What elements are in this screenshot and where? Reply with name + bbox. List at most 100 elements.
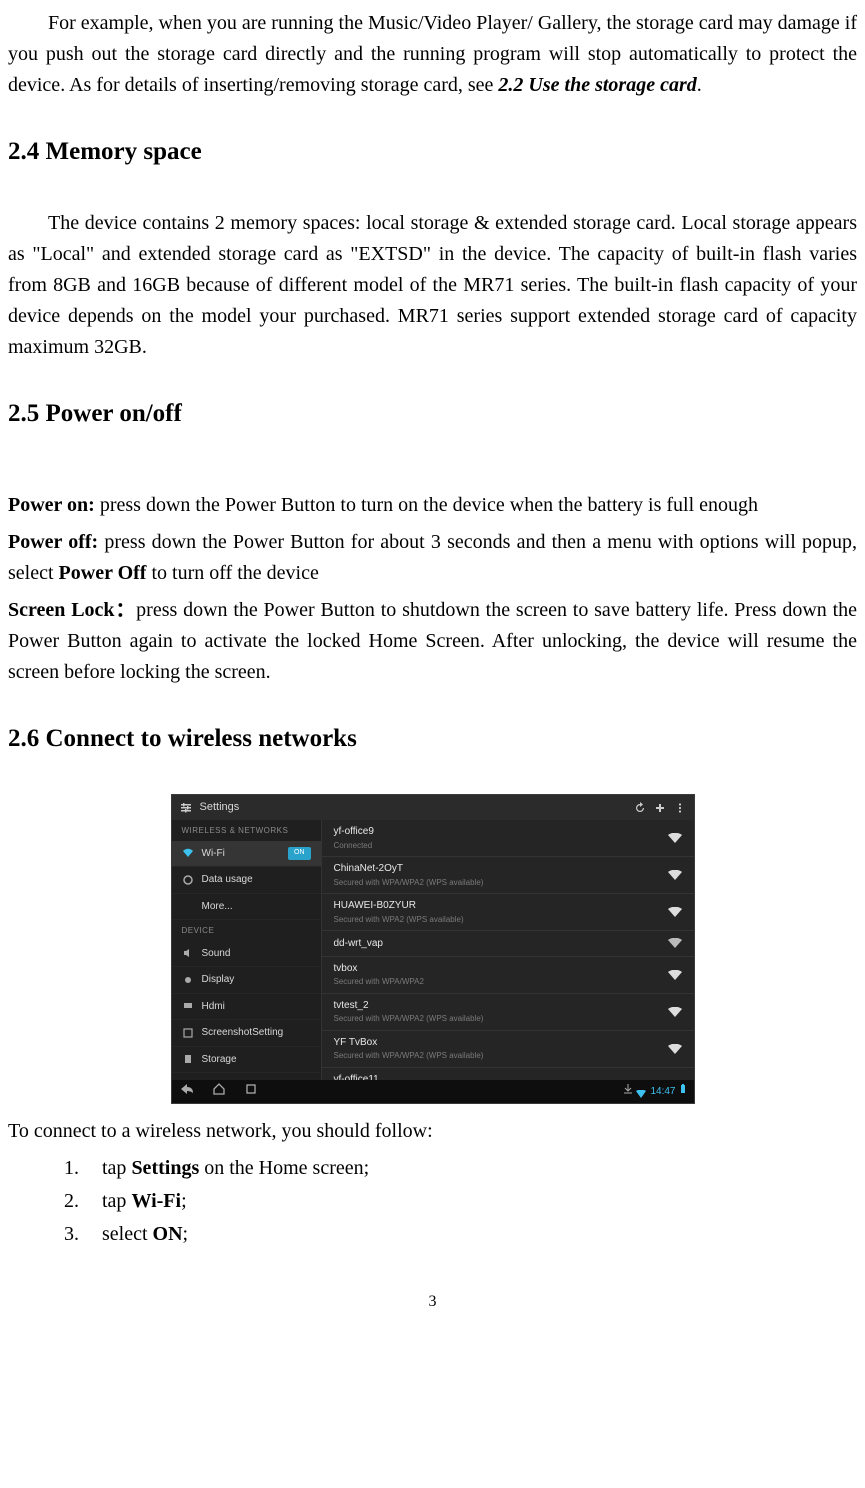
- steps-list: 1. tap Settings on the Home screen; 2. t…: [64, 1153, 857, 1250]
- screenshot-icon: [182, 1027, 194, 1039]
- settings-sidebar: WIRELESS & NETWORKS Wi-Fi ON Data usage …: [172, 820, 322, 1080]
- wifi-network-row[interactable]: dd-wrt_vap: [322, 931, 694, 957]
- heading-2-4: 2.4 Memory space: [8, 133, 857, 172]
- step-pre: tap: [102, 1157, 131, 1179]
- sidebar-item-sound[interactable]: Sound: [172, 941, 321, 968]
- step-pre: tap: [102, 1190, 131, 1212]
- sidebar-item-hdmi[interactable]: Hdmi: [172, 994, 321, 1021]
- android-navbar: 14:47: [172, 1080, 694, 1103]
- back-icon[interactable]: [180, 1083, 194, 1100]
- data-usage-label: Data usage: [202, 872, 253, 888]
- wifi-label: Wi-Fi: [202, 846, 225, 862]
- step-bold: Wi-Fi: [131, 1190, 181, 1212]
- step-1: 1. tap Settings on the Home screen;: [64, 1153, 857, 1184]
- signal-icon: [668, 970, 682, 980]
- heading-2-5: 2.5 Power on/off: [8, 395, 857, 434]
- network-name: yf-office9: [334, 824, 668, 840]
- intro-tail: .: [697, 74, 702, 96]
- sound-label: Sound: [202, 946, 231, 962]
- network-name: YF TvBox: [334, 1035, 668, 1051]
- sidebar-item-more[interactable]: More...: [172, 894, 321, 921]
- plus-icon[interactable]: [654, 802, 666, 814]
- screenshot-titlebar: Settings: [172, 795, 694, 820]
- wifi-network-row[interactable]: tvboxSecured with WPA/WPA2: [322, 957, 694, 994]
- step-bold: ON: [153, 1223, 183, 1245]
- sidebar-item-screenshot[interactable]: ScreenshotSetting: [172, 1020, 321, 1047]
- category-device: DEVICE: [172, 920, 321, 940]
- step-2: 2. tap Wi-Fi;: [64, 1186, 857, 1217]
- step-num: 1.: [64, 1153, 86, 1184]
- step-num: 3.: [64, 1219, 86, 1250]
- sidebar-item-display[interactable]: Display: [172, 967, 321, 994]
- screenshot-title: Settings: [200, 799, 240, 816]
- wifi-toggle[interactable]: ON: [288, 847, 311, 860]
- category-wireless: WIRELESS & NETWORKS: [172, 820, 321, 840]
- wifi-networks-list: yf-office9Connected ChinaNet-2OyTSecured…: [322, 820, 694, 1080]
- step-post: on the Home screen;: [199, 1157, 369, 1179]
- storage-icon: [182, 1053, 194, 1065]
- step-post: ;: [181, 1190, 187, 1212]
- signal-icon: [668, 870, 682, 880]
- sidebar-item-wifi[interactable]: Wi-Fi ON: [172, 841, 321, 868]
- android-settings-screenshot: Settings WIRELESS & NETWORKS Wi-Fi ON Da…: [171, 794, 695, 1104]
- screenshot-setting-label: ScreenshotSetting: [202, 1025, 284, 1041]
- home-icon[interactable]: [212, 1083, 226, 1100]
- signal-icon: [668, 938, 682, 948]
- more-label: More...: [202, 899, 233, 915]
- wifi-network-row[interactable]: yf-office9Connected: [322, 820, 694, 857]
- network-sub: Secured with WPA2 (WPS available): [334, 914, 668, 926]
- network-name: HUAWEI-B0ZYUR: [334, 898, 668, 914]
- recent-apps-icon[interactable]: [244, 1083, 258, 1100]
- wifi-network-row[interactable]: HUAWEI-B0ZYURSecured with WPA2 (WPS avai…: [322, 894, 694, 931]
- paragraph-2-4: The device contains 2 memory spaces: loc…: [8, 208, 857, 363]
- data-usage-icon: [182, 874, 194, 886]
- power-off-label: Power off:: [8, 531, 98, 553]
- clock-text: 14:47: [650, 1084, 675, 1100]
- refresh-icon[interactable]: [634, 802, 646, 814]
- heading-2-6: 2.6 Connect to wireless networks: [8, 720, 857, 759]
- paragraph-intro: For example, when you are running the Mu…: [8, 8, 857, 101]
- wifi-network-row[interactable]: YF TvBoxSecured with WPA/WPA2 (WPS avail…: [322, 1031, 694, 1068]
- power-on-paragraph: Power on: press down the Power Button to…: [8, 490, 857, 521]
- step-bold: Settings: [131, 1157, 199, 1179]
- signal-icon: [668, 907, 682, 917]
- screen-lock-label: Screen Lock：: [8, 599, 136, 621]
- storage-label: Storage: [202, 1052, 237, 1068]
- power-off-post: to turn off the device: [146, 562, 318, 584]
- battery-status-icon: [680, 1084, 686, 1100]
- sidebar-item-storage[interactable]: Storage: [172, 1047, 321, 1074]
- network-sub: Secured with WPA/WPA2 (WPS available): [334, 877, 668, 889]
- network-name: yf-office11: [334, 1072, 668, 1081]
- step-num: 2.: [64, 1186, 86, 1217]
- body-2-4: The device contains 2 memory spaces: loc…: [8, 212, 857, 358]
- power-on-text: press down the Power Button to turn on t…: [95, 494, 758, 516]
- connect-intro: To connect to a wireless network, you sh…: [8, 1116, 857, 1147]
- network-name: dd-wrt_vap: [334, 936, 668, 952]
- download-icon: [624, 1084, 632, 1100]
- power-on-label: Power on:: [8, 494, 95, 516]
- menu-dots-icon[interactable]: [674, 802, 686, 814]
- wifi-network-row[interactable]: tvtest_2Secured with WPA/WPA2 (WPS avail…: [322, 994, 694, 1031]
- battery-label: Battery: [202, 1078, 234, 1080]
- hdmi-icon: [182, 1000, 194, 1012]
- wifi-status-icon: [636, 1088, 646, 1096]
- wifi-network-row[interactable]: ChinaNet-2OyTSecured with WPA/WPA2 (WPS …: [322, 857, 694, 894]
- network-name: tvbox: [334, 961, 668, 977]
- intro-text: For example, when you are running the Mu…: [8, 12, 857, 96]
- wifi-icon: [182, 847, 194, 859]
- step-pre: select: [102, 1223, 153, 1245]
- network-sub: Secured with WPA/WPA2 (WPS available): [334, 1013, 668, 1025]
- signal-icon: [668, 833, 682, 843]
- sidebar-item-battery[interactable]: Battery: [172, 1073, 321, 1080]
- hdmi-label: Hdmi: [202, 999, 225, 1015]
- wifi-network-row[interactable]: yf-office11Secured with WPA/WPA2 (WPS av…: [322, 1068, 694, 1081]
- sidebar-item-data-usage[interactable]: Data usage: [172, 867, 321, 894]
- display-label: Display: [202, 972, 235, 988]
- page-number: 3: [8, 1290, 857, 1315]
- power-off-bold: Power Off: [59, 562, 147, 584]
- network-sub: Connected: [334, 840, 668, 852]
- sliders-icon: [180, 802, 192, 814]
- sound-icon: [182, 947, 194, 959]
- network-name: ChinaNet-2OyT: [334, 861, 668, 877]
- screen-lock-text: press down the Power Button to shutdown …: [8, 599, 857, 683]
